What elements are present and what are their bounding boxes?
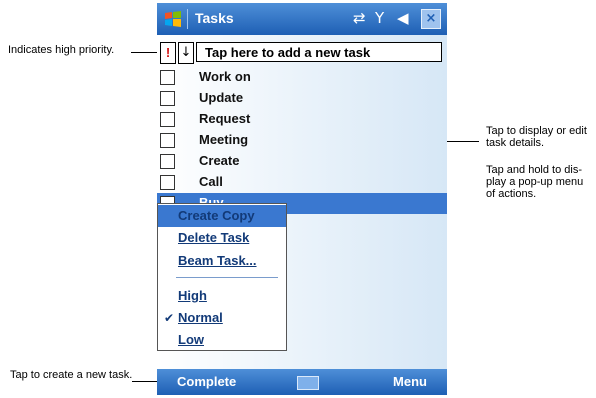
- task-row[interactable]: Meeting: [157, 130, 447, 151]
- task-name: Create: [199, 153, 240, 168]
- entry-bar: ! ↓ Tap here to add a new task: [158, 40, 446, 64]
- menu-item-label: Create Copy: [178, 208, 255, 223]
- title-separator: [187, 9, 188, 29]
- title-bar: Tasks ⇄ Y ◀ ×: [157, 3, 447, 35]
- task-row[interactable]: Request: [157, 109, 447, 130]
- task-row[interactable]: Work on: [157, 67, 447, 88]
- callout-hold-menu: Tap and hold to dis-play a pop-up menu o…: [486, 164, 584, 200]
- task-row[interactable]: Create: [157, 151, 447, 172]
- menu-item-priority-low[interactable]: Low: [178, 332, 204, 347]
- priority-button[interactable]: !: [160, 42, 176, 64]
- add-task-field[interactable]: Tap here to add a new task: [196, 42, 442, 62]
- menu-item-delete-task[interactable]: Delete Task: [178, 230, 249, 245]
- task-name: Call: [199, 174, 223, 189]
- task-checkbox[interactable]: [160, 154, 175, 169]
- menu-item-beam-task[interactable]: Beam Task...: [178, 253, 257, 268]
- menu-item-create-copy[interactable]: Create Copy: [158, 205, 286, 227]
- app-title: Tasks: [195, 10, 234, 26]
- task-checkbox[interactable]: [160, 175, 175, 190]
- task-name: Request: [199, 111, 251, 126]
- sort-button[interactable]: ↓: [178, 42, 194, 64]
- task-list: Work on Update Request Meeting Create Ca…: [157, 67, 447, 214]
- menu-item-priority-high[interactable]: High: [178, 288, 207, 303]
- task-row[interactable]: Call: [157, 172, 447, 193]
- checkmark-icon: ✔: [164, 311, 175, 325]
- task-checkbox[interactable]: [160, 112, 175, 127]
- task-checkbox[interactable]: [160, 91, 175, 106]
- softkey-bar: Complete Menu: [157, 369, 447, 395]
- sync-icon[interactable]: ⇄: [353, 9, 366, 27]
- callout-create-task: Tap to create a new task.: [10, 369, 133, 381]
- context-menu: Create Copy Delete Task Beam Task... Hig…: [157, 203, 287, 351]
- tasks-screen: Tasks ⇄ Y ◀ × ! ↓ Tap here to add a new …: [157, 3, 447, 395]
- close-icon[interactable]: ×: [421, 9, 441, 29]
- task-name: Update: [199, 90, 244, 105]
- task-checkbox[interactable]: [160, 133, 175, 148]
- windows-start-icon[interactable]: [163, 9, 183, 29]
- signal-icon[interactable]: Y: [375, 9, 384, 27]
- callout-high-priority: Indicates high priority.: [8, 44, 115, 56]
- task-name: Work on: [199, 69, 251, 84]
- speaker-icon[interactable]: ◀: [397, 9, 409, 27]
- complete-softkey[interactable]: Complete: [177, 374, 236, 389]
- menu-softkey[interactable]: Menu: [393, 374, 427, 389]
- task-row[interactable]: Update: [157, 88, 447, 109]
- keyboard-icon[interactable]: [297, 376, 319, 390]
- menu-item-priority-normal[interactable]: Normal: [178, 310, 223, 325]
- callout-display-details: Tap to display or edit task details.: [486, 125, 587, 149]
- task-checkbox[interactable]: [160, 70, 175, 85]
- task-name: Meeting: [199, 132, 249, 147]
- menu-separator: [176, 277, 278, 278]
